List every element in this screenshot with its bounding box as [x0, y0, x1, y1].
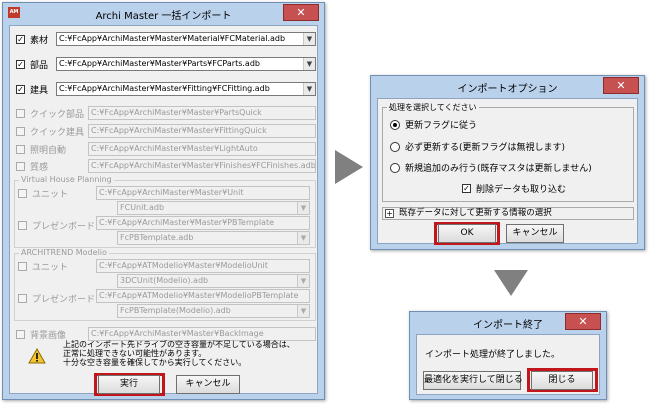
atm-pres-row: プレゼンボード	[18, 292, 95, 305]
chevron-down-icon[interactable]: ▼	[297, 305, 309, 317]
cancel-button[interactable]: キャンセル	[176, 375, 240, 394]
chevron-down-icon[interactable]: ▼	[303, 58, 315, 70]
delete-data-checkbox[interactable]: ✓	[462, 184, 471, 193]
import-done-body: インポート処理が終了しました。 最適化を実行して閉じる 閉じる	[416, 334, 600, 395]
chevron-down-icon[interactable]: ▼	[297, 275, 309, 287]
import-options-window: インポートオプション ✕ 処理を選択してください 更新フラグに従う 必ず更新する…	[370, 75, 645, 250]
row-back-image: 背景画像	[16, 328, 66, 341]
back-image-checkbox[interactable]	[16, 330, 25, 339]
import-done-title: インポート終了	[473, 319, 543, 331]
atm-unit-row: ユニット	[18, 260, 68, 273]
process-group-title: 処理を選択してください	[387, 102, 479, 113]
atm-pres-path: C:¥FcApp¥ATModelio¥Master¥ModelioPBTempl…	[96, 289, 310, 303]
vhp-unit-path: C:¥FcApp¥ArchiMaster¥Master¥Unit	[96, 186, 310, 200]
delete-data-row: ✓ 削除データも取り込む	[462, 184, 567, 195]
done-close-button[interactable]: 閉じる	[531, 371, 593, 390]
bulk-import-title: Archi Master 一括インポート	[95, 10, 232, 22]
row-material: ✓ 素材	[16, 33, 48, 46]
radio-always-update-button[interactable]	[390, 141, 400, 152]
atm-pres-checkbox[interactable]	[18, 294, 27, 303]
bulk-import-window: AM Archi Master 一括インポート ✕ ✓ 素材 C:¥FcApp¥…	[2, 2, 325, 400]
app-icon: AM	[8, 7, 20, 18]
material-path-select[interactable]: C:¥FcApp¥ArchiMaster¥Master¥Material¥FCM…	[56, 32, 316, 46]
vhp-unit-file-select[interactable]: FCUnit.adb ▼	[117, 201, 310, 215]
parts-quick-checkbox[interactable]	[16, 109, 25, 118]
radio-follow-flag-button[interactable]	[390, 119, 400, 130]
close-icon[interactable]: ✕	[565, 313, 601, 330]
expand-label: 既存データに対して更新する情報の選択	[399, 208, 552, 218]
vhp-unit-checkbox[interactable]	[18, 189, 27, 198]
import-options-body: 処理を選択してください 更新フラグに従う 必ず更新する(更新フラグは無視します)…	[377, 98, 638, 245]
optimize-close-button[interactable]: 最適化を実行して閉じる	[423, 371, 523, 390]
fitting-checkbox[interactable]: ✓	[16, 85, 25, 94]
import-done-titlebar: インポート終了 ✕	[410, 312, 606, 334]
done-message: インポート処理が終了しました。	[425, 350, 561, 360]
fitting-quick-path: C:¥FcApp¥ArchiMaster¥Master¥FittingQuick	[88, 124, 316, 138]
parts-checkbox[interactable]: ✓	[16, 60, 25, 69]
material-label: 素材	[30, 36, 49, 46]
atm-unit-file-select[interactable]: 3DCUnit(Modelio).adb ▼	[117, 274, 310, 288]
fitting-quick-checkbox[interactable]	[16, 127, 25, 136]
chevron-down-icon[interactable]: ▼	[303, 83, 315, 95]
vhp-pres-file-select[interactable]: FcPBTemplate.adb ▼	[117, 231, 310, 245]
close-icon[interactable]: ✕	[283, 4, 319, 21]
chevron-down-icon[interactable]: ▼	[297, 232, 309, 244]
radio-add-only-button[interactable]	[390, 162, 400, 173]
bulk-import-body: ✓ 素材 C:¥FcApp¥ArchiMaster¥Master¥Materia…	[9, 25, 318, 396]
finishes-checkbox[interactable]	[16, 162, 25, 171]
chevron-down-icon[interactable]: ▼	[303, 33, 315, 45]
back-image-path: C:¥FcApp¥ArchiMaster¥Master¥BackImage	[88, 327, 316, 341]
atm-unit-path: C:¥FcApp¥ATModelio¥Master¥ModelioUnit	[96, 259, 310, 273]
chevron-down-icon[interactable]: ▼	[297, 202, 309, 214]
vhp-unit-row: ユニット	[18, 187, 68, 200]
atm-pres-file-select[interactable]: FcPBTemplate(Modelio).adb ▼	[117, 304, 310, 318]
finishes-path: C:¥FcApp¥ArchiMaster¥Master¥Finishes¥FCF…	[88, 159, 316, 173]
row-parts-quick: クイック部品	[16, 107, 84, 120]
row-fitting-quick: クイック建具	[16, 125, 84, 138]
flow-arrow-down-icon	[494, 270, 528, 296]
options-cancel-button[interactable]: キャンセル	[506, 224, 564, 243]
row-light-auto: 照明自動	[16, 143, 66, 156]
parts-quick-path: C:¥FcApp¥ArchiMaster¥Master¥PartsQuick	[88, 106, 316, 120]
fitting-label: 建具	[30, 86, 49, 96]
row-finishes: 質感	[16, 160, 48, 173]
row-parts: ✓ 部品	[16, 58, 48, 71]
ok-button[interactable]: OK	[438, 224, 496, 243]
fitting-path-select[interactable]: C:¥FcApp¥ArchiMaster¥Master¥Fitting¥FCFi…	[56, 82, 316, 96]
parts-path-select[interactable]: C:¥FcApp¥ArchiMaster¥Master¥Parts¥FCPart…	[56, 57, 316, 71]
parts-label: 部品	[30, 61, 49, 71]
radio-add-only[interactable]: 新規追加のみ行う(既存マスタは更新しません)	[390, 161, 592, 174]
import-done-window: インポート終了 ✕ インポート処理が終了しました。 最適化を実行して閉じる 閉じ…	[409, 311, 607, 400]
flow-arrow-right-icon	[335, 150, 363, 184]
radio-follow-flag[interactable]: 更新フラグに従う	[390, 118, 477, 131]
vhp-group-title: Virtual House Planning	[19, 175, 114, 184]
warning-text: 上記のインポート先ドライブの空き容量が不足している場合は、 正常に処理できない可…	[63, 340, 295, 367]
warning-icon	[28, 348, 46, 364]
vhp-pres-checkbox[interactable]	[18, 221, 27, 230]
import-options-title: インポートオプション	[457, 83, 558, 95]
bulk-import-titlebar: AM Archi Master 一括インポート ✕	[3, 3, 324, 25]
light-auto-checkbox[interactable]	[16, 145, 25, 154]
expand-bar[interactable]: + 既存データに対して更新する情報の選択	[382, 207, 634, 220]
row-fitting: ✓ 建具	[16, 83, 48, 96]
plus-icon[interactable]: +	[385, 209, 394, 218]
atm-unit-checkbox[interactable]	[18, 262, 27, 271]
material-checkbox[interactable]: ✓	[16, 35, 25, 44]
import-options-titlebar: インポートオプション ✕	[371, 76, 644, 98]
atm-group-title: ARCHITREND Modelio	[19, 248, 109, 257]
run-button[interactable]: 実行	[98, 375, 160, 394]
close-icon[interactable]: ✕	[603, 77, 639, 94]
vhp-pres-path: C:¥FcApp¥ArchiMaster¥Master¥PBTemplate	[96, 216, 310, 230]
radio-always-update[interactable]: 必ず更新する(更新フラグは無視します)	[390, 140, 565, 153]
light-auto-path: C:¥FcApp¥ArchiMaster¥Master¥LightAuto	[88, 142, 316, 156]
vhp-pres-row: プレゼンボード	[18, 219, 95, 232]
